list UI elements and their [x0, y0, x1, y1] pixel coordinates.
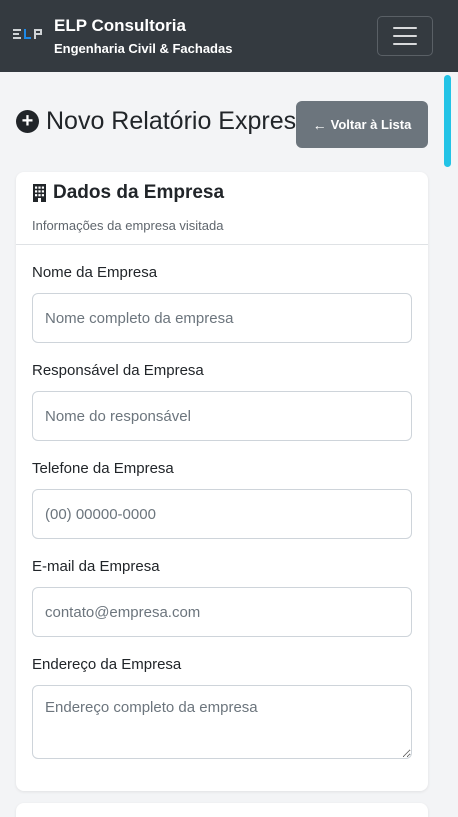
company-phone-label: Telefone da Empresa [32, 460, 174, 477]
company-email-input[interactable] [32, 587, 412, 637]
company-address-textarea[interactable] [32, 685, 412, 759]
card-header: Dados da Empresa Informações da empresa … [16, 172, 428, 245]
hamburger-icon [393, 27, 417, 29]
menu-toggle-button[interactable] [377, 16, 433, 56]
card-title: Dados da Empresa [32, 181, 224, 205]
company-phone-input[interactable] [32, 489, 412, 539]
building-icon [33, 184, 46, 202]
next-card [16, 803, 428, 817]
navbar: ELP Consultoria Engenharia Civil & Facha… [0, 0, 458, 72]
company-data-card: Dados da Empresa Informações da empresa … [16, 172, 428, 791]
back-to-list-label: Voltar à Lista [330, 117, 412, 132]
card-subtitle: Informações da empresa visitada [32, 218, 224, 233]
brand-title[interactable]: ELP Consultoria [54, 15, 186, 37]
company-responsible-input[interactable] [32, 391, 412, 441]
page-title-text: Novo Relatório Express [46, 107, 309, 135]
scrollbar-thumb[interactable] [444, 75, 451, 167]
card-title-text: Dados da Empresa [53, 182, 225, 203]
company-name-label: Nome da Empresa [32, 264, 158, 281]
arrow-left-icon: ← [312, 116, 327, 133]
plus-circle-icon: + [16, 109, 39, 133]
hamburger-icon [393, 43, 417, 45]
back-to-list-button[interactable]: ← Voltar à Lista [296, 101, 428, 148]
company-address-label: Endereço da Empresa [32, 656, 182, 673]
company-name-input[interactable] [32, 293, 412, 343]
hamburger-icon [393, 35, 417, 37]
company-responsible-label: Responsável da Empresa [32, 362, 204, 379]
elp-logo[interactable] [13, 27, 45, 41]
company-email-label: E-mail da Empresa [32, 558, 160, 575]
brand-subtitle: Engenharia Civil & Fachadas [54, 41, 233, 56]
page-title: + Novo Relatório Express [16, 104, 309, 138]
scrollbar-track[interactable] [443, 72, 458, 817]
